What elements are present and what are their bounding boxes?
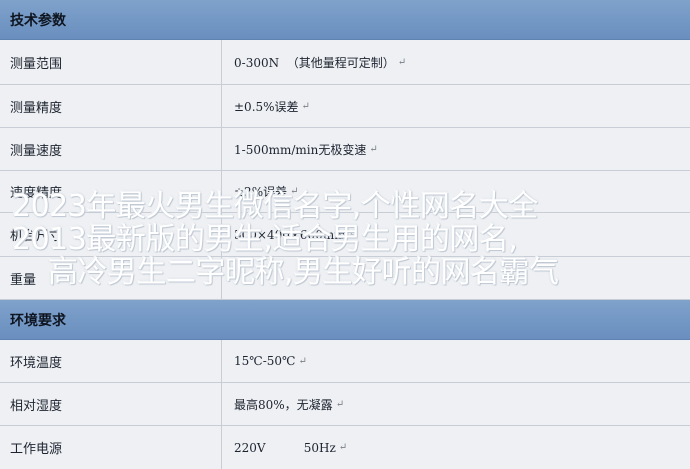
row-label: 重量 [0,257,222,299]
row-label: 相对湿度 [0,383,222,425]
paragraph-mark-icon: ↵ [335,398,345,410]
paragraph-mark-icon: ↵ [397,56,407,68]
table-row: 测量范围 0-300N （其他量程可定制） ↵ [0,40,690,85]
paragraph-mark-icon: ↵ [298,355,307,367]
row-value: 220V 50Hz ↵ [234,440,348,455]
paragraph-mark-icon: ↵ [290,186,299,197]
section-title: 技术参数 [10,12,66,29]
section-title: 环境要求 [10,312,66,329]
row-value: ±0.5%误差 ↵ [234,99,310,114]
table-row: 速度精度 ±2%误差 ↵ [0,171,690,213]
table-row: 相对湿度 最高80%，无凝露 ↵ [0,383,690,426]
row-label: 速度精度 [0,171,222,212]
row-value: 15℃-50℃ ↵ [234,354,307,368]
paragraph-mark-icon: ↵ [369,143,378,155]
paragraph-mark-icon: ↵ [338,442,348,453]
row-value: 500×400×600mm ↵ [234,227,357,242]
spec-table: 技术参数 测量范围 0-300N （其他量程可定制） ↵ 测量精度 ±0.5%误差… [0,0,690,469]
row-value: 0-300N （其他量程可定制） ↵ [234,55,407,70]
table-row: 机台尺寸 500×400×600mm ↵ [0,213,690,257]
row-label: 机台尺寸 [0,213,222,256]
row-value: 最高80%，无凝露 ↵ [234,397,345,412]
table-row: 工作电源 220V 50Hz ↵ [0,426,690,469]
section-header-environment: 环境要求 [0,300,690,340]
row-label: 测量精度 [0,85,222,127]
table-row: 环境温度 15℃-50℃ ↵ [0,340,690,383]
row-label: 环境温度 [0,340,222,382]
row-label: 工作电源 [0,426,222,469]
row-label: 测量速度 [0,128,222,170]
row-label: 测量范围 [0,40,222,84]
row-value: ±2%误差 ↵ [234,185,299,199]
table-row: 测量速度 1-500mm/min无极变速 ↵ [0,128,690,171]
section-header-tech-params: 技术参数 [0,0,690,40]
row-value: 1-500mm/min无极变速 ↵ [234,142,378,157]
table-row: 测量精度 ±0.5%误差 ↵ [0,85,690,128]
table-row: 重量 [0,257,690,300]
paragraph-mark-icon: ↵ [301,100,310,112]
paragraph-mark-icon: ↵ [348,229,357,240]
